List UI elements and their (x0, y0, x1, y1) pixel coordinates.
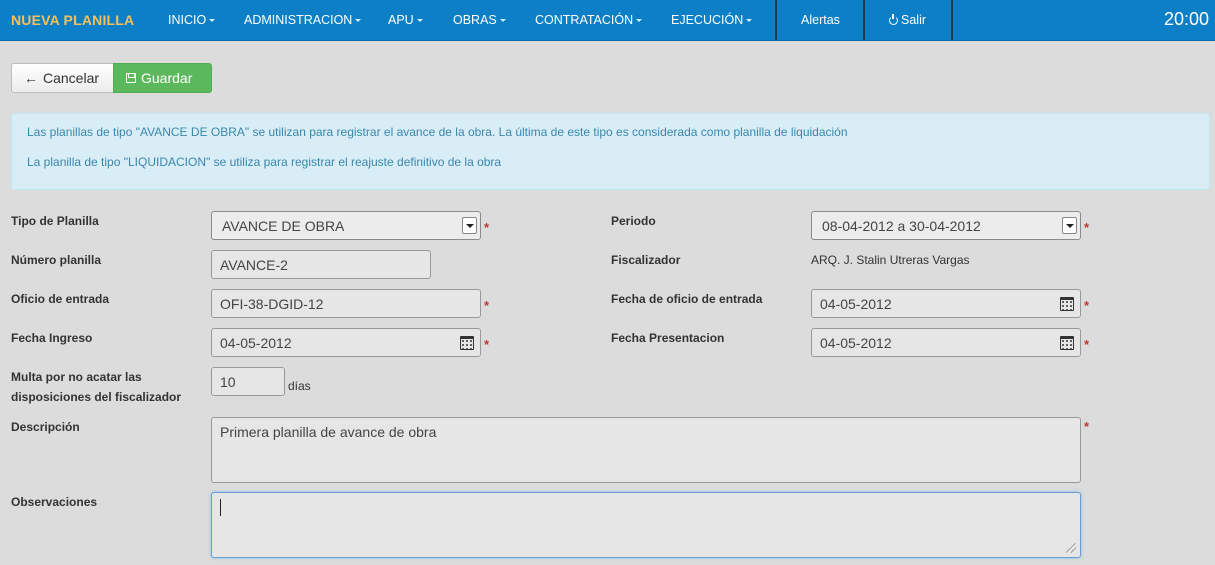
caret-down-icon (636, 19, 643, 22)
calendar-icon[interactable] (1060, 297, 1074, 311)
info-line-2: La planilla de tipo "LIQUIDACION" se uti… (27, 155, 502, 169)
required-mark: * (484, 220, 490, 235)
caret-down-icon (355, 19, 362, 22)
fecha-presentacion-value: 04-05-2012 (820, 334, 892, 351)
calendar-icon[interactable] (460, 336, 474, 350)
multa-label-line-2: disposiciones del fiscalizador (11, 390, 182, 404)
descripcion-textarea[interactable]: Primera planilla de avance de obra (211, 417, 1081, 483)
observaciones-textarea[interactable] (211, 492, 1081, 558)
save-button[interactable]: Guardar (113, 63, 212, 93)
descripcion-label: Descripción (11, 420, 80, 434)
nav-divider (951, 0, 953, 40)
fecha-ingreso-input[interactable]: 04-05-2012 (211, 328, 481, 357)
multa-unit: días (288, 379, 311, 393)
info-line-1: Las planillas de tipo "AVANCE DE OBRA" s… (27, 125, 848, 139)
cancel-button[interactable]: ← Cancelar (11, 63, 114, 93)
top-navbar: NUEVA PLANILLA INICIO ADMINISTRACION APU… (0, 0, 1215, 41)
nav-divider (863, 0, 865, 40)
cancel-label: Cancelar (43, 70, 100, 86)
caret-down-icon (746, 19, 753, 22)
dropdown-arrow-icon[interactable] (1062, 217, 1077, 234)
required-mark: * (484, 298, 490, 313)
required-mark: * (1084, 337, 1090, 352)
floppy-disk-icon (126, 73, 136, 83)
required-mark: * (1084, 298, 1090, 313)
tipo-planilla-value: AVANCE DE OBRA (222, 217, 345, 234)
nav-divider (775, 0, 777, 40)
menu-inicio[interactable]: INICIO (168, 13, 216, 27)
page-title: NUEVA PLANILLA (11, 12, 135, 28)
numero-planilla-label: Número planilla (11, 253, 102, 267)
calendar-icon[interactable] (1060, 336, 1074, 350)
power-icon (889, 14, 898, 25)
fiscalizador-value: ARQ. J. Stalin Utreras Vargas (811, 253, 970, 267)
multa-input[interactable]: 10 (211, 367, 285, 396)
observaciones-label: Observaciones (11, 495, 98, 509)
fecha-ingreso-label: Fecha Ingreso (11, 331, 93, 345)
fiscalizador-label: Fiscalizador (611, 253, 681, 267)
text-cursor (220, 499, 221, 516)
menu-obras[interactable]: OBRAS (453, 13, 506, 27)
fecha-ingreso-value: 04-05-2012 (220, 334, 292, 351)
oficio-entrada-input[interactable]: OFI-38-DGID-12 (211, 289, 481, 318)
fecha-oficio-input[interactable]: 04-05-2012 (811, 289, 1081, 318)
arrow-left-icon: ← (24, 70, 38, 86)
resize-grip-icon[interactable] (1066, 543, 1076, 553)
menu-apu[interactable]: APU (388, 13, 423, 27)
oficio-entrada-label: Oficio de entrada (11, 292, 110, 306)
fecha-presentacion-input[interactable]: 04-05-2012 (811, 328, 1081, 357)
menu-administracion[interactable]: ADMINISTRACION (244, 13, 362, 27)
fecha-oficio-value: 04-05-2012 (820, 295, 892, 312)
logout-button[interactable]: Salir (889, 13, 926, 27)
required-mark: * (1084, 419, 1090, 434)
required-mark: * (1084, 220, 1090, 235)
dropdown-arrow-icon[interactable] (462, 217, 477, 234)
periodo-label: Periodo (611, 214, 656, 228)
save-label: Guardar (141, 70, 193, 86)
caret-down-icon (416, 19, 423, 22)
menu-alertas[interactable]: Alertas (801, 13, 840, 27)
tipo-planilla-select[interactable]: AVANCE DE OBRA (211, 211, 481, 240)
clock: 20:00 (1163, 9, 1209, 29)
periodo-select[interactable]: 08-04-2012 a 30-04-2012 (811, 211, 1081, 240)
fecha-presentacion-label: Fecha Presentacion (611, 331, 725, 345)
tipo-planilla-label: Tipo de Planilla (11, 214, 99, 228)
numero-planilla-input[interactable]: AVANCE-2 (211, 250, 431, 279)
info-alert: Las planillas de tipo "AVANCE DE OBRA" s… (11, 113, 1210, 190)
required-mark: * (484, 337, 490, 352)
fecha-oficio-label: Fecha de oficio de entrada (611, 292, 763, 306)
multa-label-line-1: Multa por no acatar las (11, 370, 142, 384)
caret-down-icon (209, 19, 216, 22)
menu-ejecucion[interactable]: EJECUCIÓN (671, 13, 753, 27)
menu-contratacion[interactable]: CONTRATACIÓN (535, 13, 643, 27)
caret-down-icon (499, 19, 506, 22)
periodo-value: 08-04-2012 a 30-04-2012 (822, 217, 981, 234)
